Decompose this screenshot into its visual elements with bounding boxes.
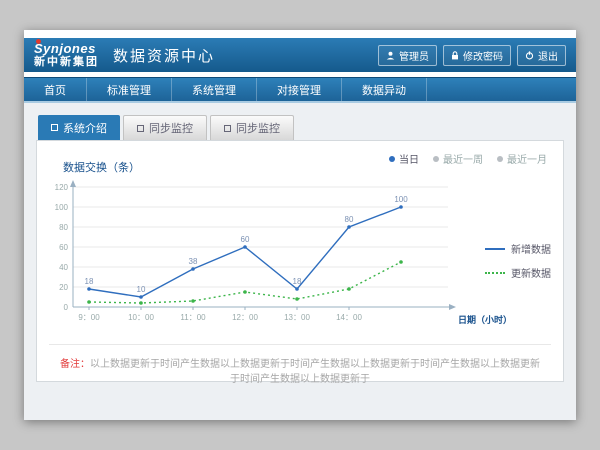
filter-today[interactable]: 当日 xyxy=(389,151,419,166)
legend-new-data: 新增数据 xyxy=(485,241,551,256)
svg-text:18: 18 xyxy=(85,277,94,286)
legend-label: 新增数据 xyxy=(511,241,551,256)
svg-text:80: 80 xyxy=(59,223,68,232)
svg-text:12：00: 12：00 xyxy=(232,313,258,322)
filter-last-week[interactable]: 最近一周 xyxy=(433,151,483,166)
svg-text:60: 60 xyxy=(241,235,250,244)
svg-text:日期（小时）: 日期（小时） xyxy=(458,314,512,325)
svg-text:40: 40 xyxy=(59,263,68,272)
nav-item-label: 首页 xyxy=(44,82,66,98)
time-range-filters: 当日 最近一周 最近一月 xyxy=(389,151,547,166)
filter-label: 当日 xyxy=(399,151,419,166)
svg-text:120: 120 xyxy=(55,183,69,192)
logo-subtext: 新中新集团 xyxy=(34,57,99,68)
svg-text:0: 0 xyxy=(64,303,69,312)
tab-icon xyxy=(224,125,231,132)
nav-item-label: 系统管理 xyxy=(192,82,236,98)
legend-update-data: 更新数据 xyxy=(485,265,551,280)
tab-bar: 系统介绍 同步监控 同步监控 xyxy=(38,115,564,140)
tab-label: 系统介绍 xyxy=(63,120,107,136)
solid-line-icon xyxy=(485,248,505,250)
lock-icon xyxy=(451,51,459,60)
svg-text:10：00: 10：00 xyxy=(128,313,154,322)
nav-item-label: 对接管理 xyxy=(277,82,321,98)
tab-icon xyxy=(137,125,144,132)
change-password-button[interactable]: 修改密码 xyxy=(443,45,511,66)
filter-label: 最近一周 xyxy=(443,151,483,166)
series-legend: 新增数据 更新数据 xyxy=(485,241,551,289)
nav-item-label: 数据异动 xyxy=(362,82,406,98)
dotted-line-icon xyxy=(485,272,505,274)
footnote-prefix: 备注： xyxy=(60,359,90,370)
nav-item-standard-mgmt[interactable]: 标准管理 xyxy=(87,78,172,101)
app-window: Synjones 新中新集团 数据资源中心 管理员 修改密码 退出 首页 标准管… xyxy=(24,30,576,420)
logout-button[interactable]: 退出 xyxy=(517,45,566,66)
nav-item-home[interactable]: 首页 xyxy=(24,78,87,101)
nav-item-connect-mgmt[interactable]: 对接管理 xyxy=(257,78,342,101)
panel-divider xyxy=(49,344,551,345)
tab-sync-monitor-1[interactable]: 同步监控 xyxy=(123,115,207,140)
tab-label: 同步监控 xyxy=(149,120,193,136)
logo-text: Synjones xyxy=(34,42,99,55)
legend-label: 更新数据 xyxy=(511,265,551,280)
admin-user-button[interactable]: 管理员 xyxy=(378,45,437,66)
line-chart: 0 20 40 60 80 100 120 9：00 10：00 11：00 12：00 13：00 1… xyxy=(43,177,543,337)
app-header: Synjones 新中新集团 数据资源中心 管理员 修改密码 退出 xyxy=(24,38,576,72)
filter-dot-icon xyxy=(497,156,503,162)
filter-label: 最近一月 xyxy=(507,151,547,166)
tab-sync-monitor-2[interactable]: 同步监控 xyxy=(210,115,294,140)
svg-text:14：00: 14：00 xyxy=(336,313,362,322)
svg-text:80: 80 xyxy=(345,215,354,224)
logo-accent-dot xyxy=(36,39,41,44)
company-logo: Synjones 新中新集团 xyxy=(34,42,99,68)
filter-dot-icon xyxy=(433,156,439,162)
svg-text:13：00: 13：00 xyxy=(284,313,310,322)
user-icon xyxy=(386,51,395,60)
footnote-text: 以上数据更新于时间产生数据以上数据更新于时间产生数据以上数据更新于时间产生数据以… xyxy=(90,359,540,385)
filter-last-month[interactable]: 最近一月 xyxy=(497,151,547,166)
main-content: 系统介绍 同步监控 同步监控 当日 最近一周 xyxy=(24,103,576,420)
logout-label: 退出 xyxy=(538,48,558,63)
svg-text:10: 10 xyxy=(137,285,146,294)
tab-system-intro[interactable]: 系统介绍 xyxy=(38,115,120,140)
svg-text:100: 100 xyxy=(394,195,408,204)
svg-text:60: 60 xyxy=(59,243,68,252)
svg-text:20: 20 xyxy=(59,283,68,292)
filter-dot-icon xyxy=(389,156,395,162)
page-top-strip xyxy=(24,30,576,38)
svg-text:11：00: 11：00 xyxy=(180,313,206,322)
main-nav: 首页 标准管理 系统管理 对接管理 数据异动 xyxy=(24,77,576,103)
svg-text:18: 18 xyxy=(293,277,302,286)
tab-icon xyxy=(51,124,58,131)
nav-item-data-change[interactable]: 数据异动 xyxy=(342,78,427,101)
nav-item-system-mgmt[interactable]: 系统管理 xyxy=(172,78,257,101)
svg-text:100: 100 xyxy=(55,203,69,212)
svg-text:9：00: 9：00 xyxy=(78,313,100,322)
change-password-label: 修改密码 xyxy=(463,48,503,63)
admin-user-label: 管理员 xyxy=(399,48,429,63)
tab-label: 同步监控 xyxy=(236,120,280,136)
svg-text:38: 38 xyxy=(189,257,198,266)
nav-item-label: 标准管理 xyxy=(107,82,151,98)
app-title: 数据资源中心 xyxy=(113,45,215,66)
chart-panel: 当日 最近一周 最近一月 数据交换（条） 0204060801001209：00… xyxy=(36,140,564,382)
power-icon xyxy=(525,51,534,60)
footnote: 备注：以上数据更新于时间产生数据以上数据更新于时间产生数据以上数据更新于时间产生… xyxy=(37,355,563,385)
